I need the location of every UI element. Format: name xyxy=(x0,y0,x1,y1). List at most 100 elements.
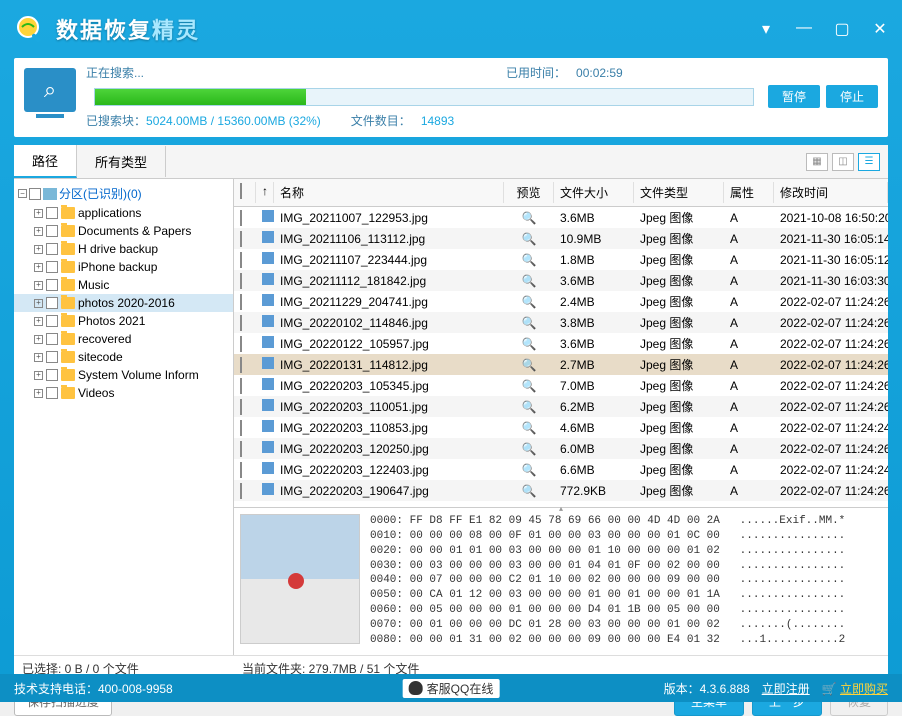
tree-item[interactable]: +photos 2020-2016 xyxy=(14,294,233,312)
checkbox-all[interactable] xyxy=(240,183,242,199)
tree-item[interactable]: +System Volume Inform xyxy=(14,366,233,384)
close-button[interactable]: ✕ xyxy=(870,19,890,39)
dropdown-icon[interactable]: ▾ xyxy=(756,19,776,39)
magnify-icon[interactable]: 🔍 xyxy=(522,274,537,288)
magnify-icon[interactable]: 🔍 xyxy=(522,337,537,351)
checkbox[interactable] xyxy=(46,333,58,345)
tree-item[interactable]: +iPhone backup xyxy=(14,258,233,276)
checkbox[interactable] xyxy=(240,420,242,436)
qq-support[interactable]: 客服QQ在线 xyxy=(403,679,500,698)
expand-icon[interactable]: + xyxy=(34,299,43,308)
expand-icon[interactable]: + xyxy=(34,263,43,272)
magnify-icon[interactable]: 🔍 xyxy=(522,463,537,477)
expand-icon[interactable]: + xyxy=(34,389,43,398)
magnify-icon[interactable]: 🔍 xyxy=(522,316,537,330)
checkbox[interactable] xyxy=(240,252,242,268)
file-row[interactable]: IMG_20211107_223444.jpg🔍1.8MBJpeg 图像A202… xyxy=(234,249,888,270)
checkbox[interactable] xyxy=(46,261,58,273)
tree-item[interactable]: +H drive backup xyxy=(14,240,233,258)
view-grid-button[interactable]: ▦ xyxy=(806,153,828,171)
expand-icon[interactable]: + xyxy=(34,317,43,326)
expand-icon[interactable]: + xyxy=(34,335,43,344)
file-row[interactable]: IMG_20220203_122403.jpg🔍6.6MBJpeg 图像A202… xyxy=(234,459,888,480)
checkbox[interactable] xyxy=(240,210,242,226)
file-row[interactable]: IMG_20220203_105345.jpg🔍7.0MBJpeg 图像A202… xyxy=(234,375,888,396)
magnify-icon[interactable]: 🔍 xyxy=(522,358,537,372)
checkbox[interactable] xyxy=(29,188,41,200)
expand-icon[interactable]: + xyxy=(34,371,43,380)
tree-root[interactable]: − 分区(已识别)(0) xyxy=(14,183,233,204)
up-arrow-icon[interactable]: ↑ xyxy=(256,182,274,203)
checkbox[interactable] xyxy=(46,243,58,255)
col-attr[interactable]: 属性 xyxy=(724,182,774,203)
magnify-icon[interactable]: 🔍 xyxy=(522,295,537,309)
col-preview[interactable]: 预览 xyxy=(504,182,554,203)
checkbox[interactable] xyxy=(240,399,242,415)
tree-item[interactable]: +recovered xyxy=(14,330,233,348)
magnify-icon[interactable]: 🔍 xyxy=(522,232,537,246)
tree-item[interactable]: +Photos 2021 xyxy=(14,312,233,330)
checkbox[interactable] xyxy=(46,279,58,291)
tree-panel[interactable]: − 分区(已识别)(0) +applications+Documents & P… xyxy=(14,179,234,655)
checkbox[interactable] xyxy=(240,357,242,373)
tree-item[interactable]: +sitecode xyxy=(14,348,233,366)
file-list[interactable]: IMG_20211007_122953.jpg🔍3.6MBJpeg 图像A202… xyxy=(234,207,888,507)
magnify-icon[interactable]: 🔍 xyxy=(522,253,537,267)
file-row[interactable]: IMG_20211229_204741.jpg🔍2.4MBJpeg 图像A202… xyxy=(234,291,888,312)
col-type[interactable]: 文件类型 xyxy=(634,182,724,203)
checkbox[interactable] xyxy=(240,273,242,289)
expand-icon[interactable]: + xyxy=(34,245,43,254)
expand-icon[interactable]: + xyxy=(34,353,43,362)
checkbox[interactable] xyxy=(240,336,242,352)
file-row[interactable]: IMG_20211007_122953.jpg🔍3.6MBJpeg 图像A202… xyxy=(234,207,888,228)
file-row[interactable]: IMG_20211112_181842.jpg🔍3.6MBJpeg 图像A202… xyxy=(234,270,888,291)
tree-item[interactable]: +Videos xyxy=(14,384,233,402)
checkbox[interactable] xyxy=(46,297,58,309)
col-size[interactable]: 文件大小 xyxy=(554,182,634,203)
stop-button[interactable]: 停止 xyxy=(826,85,878,108)
expand-icon[interactable]: + xyxy=(34,209,43,218)
resize-handle[interactable]: ▴ xyxy=(546,504,576,512)
checkbox[interactable] xyxy=(240,483,242,499)
magnify-icon[interactable]: 🔍 xyxy=(522,400,537,414)
checkbox[interactable] xyxy=(240,462,242,478)
file-row[interactable]: IMG_20220131_114812.jpg🔍2.7MBJpeg 图像A202… xyxy=(234,354,888,375)
checkbox[interactable] xyxy=(240,231,242,247)
pause-button[interactable]: 暂停 xyxy=(768,85,820,108)
tree-item[interactable]: +applications xyxy=(14,204,233,222)
checkbox[interactable] xyxy=(46,369,58,381)
checkbox[interactable] xyxy=(240,294,242,310)
col-date[interactable]: 修改时间 xyxy=(774,182,888,203)
buy-link[interactable]: 立即购买 xyxy=(840,682,888,696)
tree-item[interactable]: +Documents & Papers xyxy=(14,222,233,240)
col-name[interactable]: 名称 xyxy=(274,182,504,203)
checkbox[interactable] xyxy=(46,387,58,399)
file-row[interactable]: IMG_20220203_190647.jpg🔍772.9KBJpeg 图像A2… xyxy=(234,480,888,501)
magnify-icon[interactable]: 🔍 xyxy=(522,211,537,225)
checkbox[interactable] xyxy=(46,207,58,219)
maximize-button[interactable]: ▢ xyxy=(832,19,852,39)
file-row[interactable]: IMG_20220203_110853.jpg🔍4.6MBJpeg 图像A202… xyxy=(234,417,888,438)
tree-item[interactable]: +Music xyxy=(14,276,233,294)
file-row[interactable]: IMG_20220203_120250.jpg🔍6.0MBJpeg 图像A202… xyxy=(234,438,888,459)
register-link[interactable]: 立即注册 xyxy=(762,680,810,697)
tab-path[interactable]: 路径 xyxy=(14,145,77,178)
checkbox[interactable] xyxy=(46,225,58,237)
view-list-button[interactable]: ☰ xyxy=(858,153,880,171)
checkbox[interactable] xyxy=(46,351,58,363)
view-large-button[interactable]: ◫ xyxy=(832,153,854,171)
minimize-button[interactable]: — xyxy=(794,19,814,39)
checkbox[interactable] xyxy=(240,441,242,457)
expand-icon[interactable]: + xyxy=(34,281,43,290)
checkbox[interactable] xyxy=(240,315,242,331)
tab-all-types[interactable]: 所有类型 xyxy=(77,146,166,177)
file-row[interactable]: IMG_20220102_114846.jpg🔍3.8MBJpeg 图像A202… xyxy=(234,312,888,333)
checkbox[interactable] xyxy=(46,315,58,327)
magnify-icon[interactable]: 🔍 xyxy=(522,421,537,435)
magnify-icon[interactable]: 🔍 xyxy=(522,379,537,393)
checkbox[interactable] xyxy=(240,378,242,394)
collapse-icon[interactable]: − xyxy=(18,189,27,198)
magnify-icon[interactable]: 🔍 xyxy=(522,442,537,456)
expand-icon[interactable]: + xyxy=(34,227,43,236)
file-row[interactable]: IMG_20220203_110051.jpg🔍6.2MBJpeg 图像A202… xyxy=(234,396,888,417)
